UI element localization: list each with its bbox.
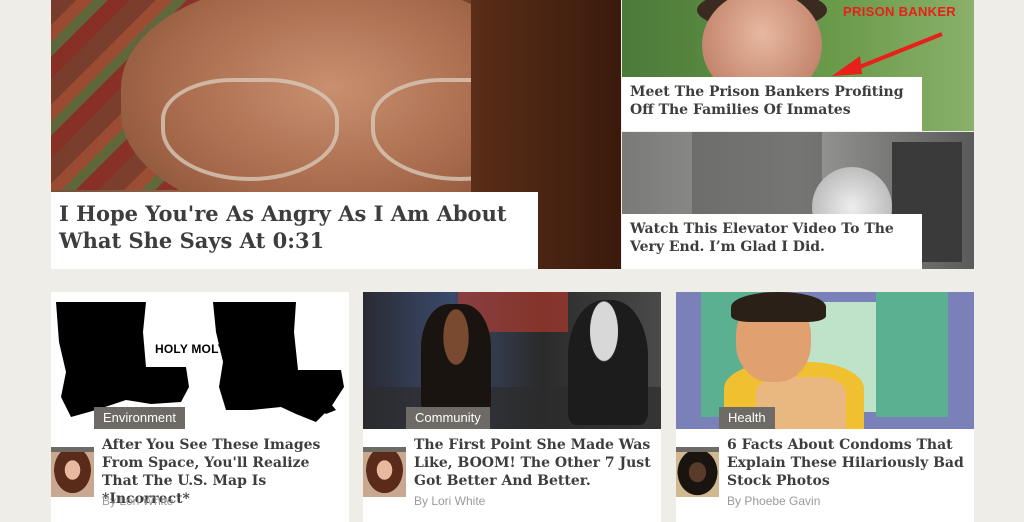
prison-banker-label: PRISON BANKER xyxy=(843,4,956,19)
cartoon-hair xyxy=(731,292,826,322)
anchor-man xyxy=(568,300,648,425)
card-title[interactable]: 6 Facts About Condoms That Explain These… xyxy=(727,436,967,490)
article-card-3[interactable]: Health 6 Facts About Condoms That Explai… xyxy=(676,292,974,522)
curtain-right xyxy=(876,292,948,417)
article-card-2[interactable]: Community The First Point She Made Was L… xyxy=(363,292,661,522)
hero-caption[interactable]: I Hope You're As Angry As I Am About Wha… xyxy=(51,192,538,269)
anchor-woman xyxy=(421,304,491,414)
author-avatar[interactable] xyxy=(363,452,406,497)
author-avatar[interactable] xyxy=(676,452,719,497)
author-avatar[interactable] xyxy=(51,452,94,497)
card-title[interactable]: The First Point She Made Was Like, BOOM!… xyxy=(414,436,654,490)
category-tag[interactable]: Environment xyxy=(94,407,185,429)
byline[interactable]: By Lori White xyxy=(102,494,173,508)
hero-title[interactable]: I Hope You're As Angry As I Am About Wha… xyxy=(59,200,529,254)
category-tag[interactable]: Community xyxy=(406,407,490,429)
article-card-1[interactable]: HOLY MOLY Environment After You See Thes… xyxy=(51,292,349,522)
byline[interactable]: By Phoebe Gavin xyxy=(727,494,820,508)
side-story-caption-2[interactable]: Watch This Elevator Video To The Very En… xyxy=(622,214,922,269)
side-story-title-2[interactable]: Watch This Elevator Video To The Very En… xyxy=(622,214,922,262)
side-story-title-1[interactable]: Meet The Prison Bankers Profiting Off Th… xyxy=(622,77,922,125)
holy-moly-text: HOLY MOLY xyxy=(155,342,226,356)
byline[interactable]: By Lori White xyxy=(414,494,485,508)
red-arrow-icon xyxy=(832,32,943,76)
hero-glasses-left xyxy=(161,78,339,181)
category-tag[interactable]: Health xyxy=(719,407,775,429)
side-story-caption-1[interactable]: Meet The Prison Bankers Profiting Off Th… xyxy=(622,77,922,131)
